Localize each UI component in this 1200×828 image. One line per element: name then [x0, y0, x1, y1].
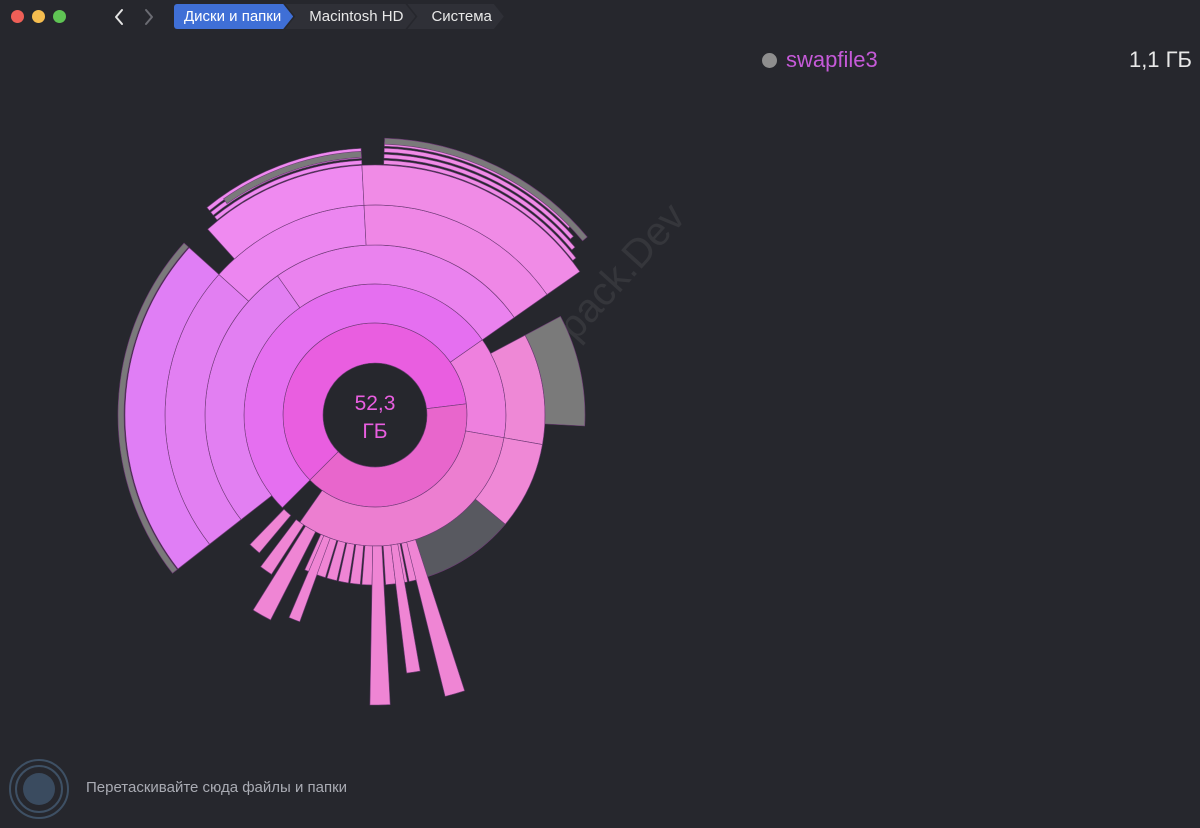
drop-hint: Перетаскивайте сюда файлы и папки [86, 779, 348, 796]
total-size-value: 52,3 [354, 392, 396, 415]
drop-target-icon [9, 759, 69, 819]
disk-usage-sunburst[interactable] [0, 0, 1200, 828]
drop-zone[interactable] [8, 758, 70, 820]
total-size-unit: ГБ [362, 420, 388, 443]
sunburst-segment[interactable] [361, 545, 374, 586]
sunburst-center-total[interactable]: 52,3 ГБ [325, 390, 425, 446]
